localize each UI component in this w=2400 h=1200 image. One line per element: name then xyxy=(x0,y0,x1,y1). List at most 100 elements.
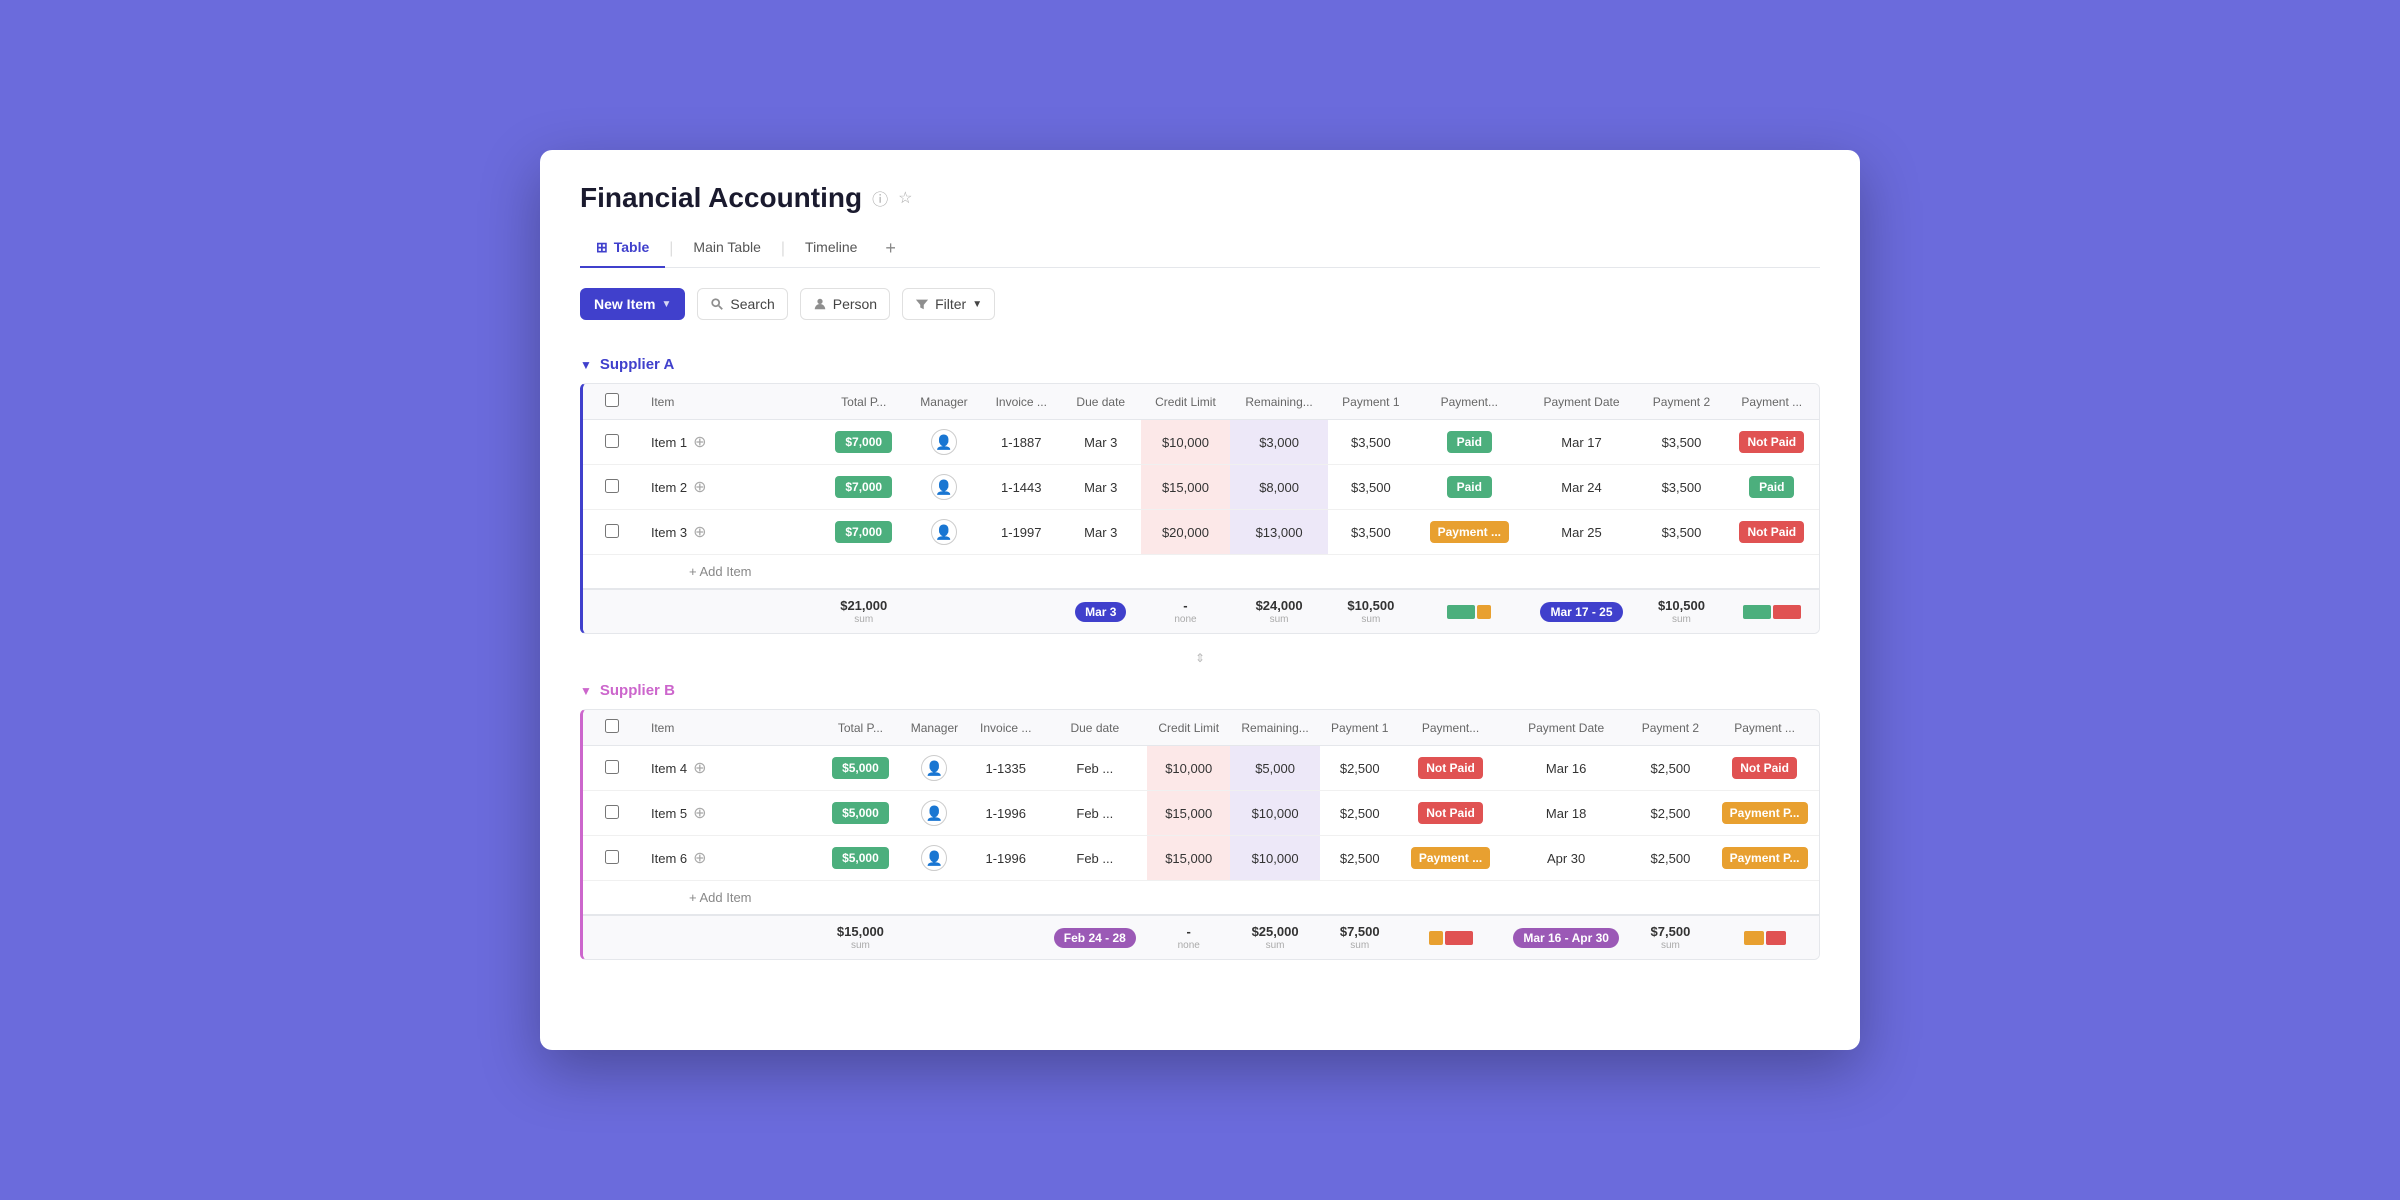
tab-divider-2: | xyxy=(777,240,789,258)
row-checkbox[interactable] xyxy=(605,479,619,493)
col-manager-b: Manager xyxy=(900,710,969,746)
payment2-cell: $3,500 xyxy=(1638,510,1724,555)
table-row: Item 2 ⊕ $7,000 👤 1-1443 Mar 3 $15,000 $… xyxy=(583,465,1819,510)
resize-handle[interactable]: ⇕ xyxy=(540,650,1860,666)
payment2-cell: $2,500 xyxy=(1631,791,1711,836)
new-item-button[interactable]: New Item ▼ xyxy=(580,288,685,320)
paid-bar2 xyxy=(1743,605,1771,619)
due-date-summary-badge-a: Mar 3 xyxy=(1075,602,1126,622)
payment2-status-badge: Payment P... xyxy=(1722,802,1808,824)
remaining-cell: $3,000 xyxy=(1230,420,1327,465)
remaining-cell: $8,000 xyxy=(1230,465,1327,510)
row-checkbox[interactable] xyxy=(605,524,619,538)
total-badge: $5,000 xyxy=(832,802,889,824)
supplier-b-collapse-icon: ▼ xyxy=(580,684,592,698)
due-cell: Feb ... xyxy=(1042,791,1147,836)
supplier-a-table: Item Total P... Manager Invoice ... Due … xyxy=(583,384,1819,633)
invoice-cell: 1-1335 xyxy=(969,746,1042,791)
col-item-b: Item xyxy=(641,710,821,746)
payment2-cell: $3,500 xyxy=(1638,420,1724,465)
col-payment1status-b: Payment... xyxy=(1399,710,1501,746)
add-item-label[interactable]: + Add Item xyxy=(641,555,1819,590)
select-all-checkbox-a[interactable] xyxy=(605,393,619,407)
pending-bar-b2 xyxy=(1744,931,1764,945)
paid-bar xyxy=(1447,605,1475,619)
select-all-checkbox-b[interactable] xyxy=(605,719,619,733)
supplier-b-section: ▼ Supplier B Item Total P... Manager Inv… xyxy=(540,666,1860,960)
row-checkbox[interactable] xyxy=(605,434,619,448)
payment1-status-badge: Payment ... xyxy=(1411,847,1490,869)
tabs-row: ⊞ Table | Main Table | Timeline + xyxy=(580,230,1820,268)
add-subitem-icon[interactable]: ⊕ xyxy=(693,477,706,497)
manager-avatar: 👤 xyxy=(931,519,957,545)
add-subitem-icon[interactable]: ⊕ xyxy=(693,758,706,778)
tab-table[interactable]: ⊞ Table xyxy=(580,231,665,268)
add-subitem-icon[interactable]: ⊕ xyxy=(693,432,706,452)
table-row: Item 5 ⊕ $5,000 👤 1-1996 Feb ... $15,000… xyxy=(583,791,1819,836)
notpaid-bar-b2 xyxy=(1766,931,1786,945)
table-row: Item 4 ⊕ $5,000 👤 1-1335 Feb ... $10,000… xyxy=(583,746,1819,791)
total-badge: $7,000 xyxy=(835,476,892,498)
payment-date-cell: Mar 17 xyxy=(1525,420,1639,465)
col-invoice-a: Invoice ... xyxy=(982,384,1062,420)
item-cell: Item 2 ⊕ xyxy=(651,477,811,497)
payment2-status-badge: Not Paid xyxy=(1739,521,1804,543)
payment2-cell: $3,500 xyxy=(1638,465,1724,510)
add-item-label-b[interactable]: + Add Item xyxy=(641,881,1819,916)
credit-cell: $15,000 xyxy=(1147,836,1230,881)
due-cell: Feb ... xyxy=(1042,836,1147,881)
star-icon[interactable]: ☆ xyxy=(898,188,912,208)
add-item-row-b[interactable]: + Add Item xyxy=(583,881,1819,916)
add-subitem-icon[interactable]: ⊕ xyxy=(693,848,706,868)
col-due-b: Due date xyxy=(1042,710,1147,746)
search-button[interactable]: Search xyxy=(697,288,787,320)
summary-row-b: $15,000 sum Feb 24 - 28 - none $25,000 s xyxy=(583,915,1819,959)
add-subitem-icon[interactable]: ⊕ xyxy=(693,522,706,542)
supplier-a-header[interactable]: ▼ Supplier A xyxy=(580,340,1820,383)
total-badge: $5,000 xyxy=(832,847,889,869)
due-cell: Mar 3 xyxy=(1061,420,1141,465)
remaining-cell: $13,000 xyxy=(1230,510,1327,555)
col-payment2status-a: Payment ... xyxy=(1725,384,1819,420)
add-tab-button[interactable]: + xyxy=(873,230,908,267)
credit-cell: $20,000 xyxy=(1141,510,1231,555)
col-paydate-a: Payment Date xyxy=(1525,384,1639,420)
toolbar: New Item ▼ Search Person Filter ▼ xyxy=(540,288,1860,340)
chevron-down-icon: ▼ xyxy=(661,299,671,310)
col-invoice-b: Invoice ... xyxy=(969,710,1042,746)
table-row: Item 6 ⊕ $5,000 👤 1-1996 Feb ... $15,000… xyxy=(583,836,1819,881)
payment-date-cell: Mar 18 xyxy=(1502,791,1631,836)
col-payment2status-b: Payment ... xyxy=(1710,710,1819,746)
invoice-cell: 1-1997 xyxy=(982,510,1062,555)
pending-bar-b1 xyxy=(1429,931,1443,945)
row-checkbox[interactable] xyxy=(605,805,619,819)
add-item-row[interactable]: + Add Item xyxy=(583,555,1819,590)
payment1-cell: $3,500 xyxy=(1328,420,1414,465)
supplier-b-header[interactable]: ▼ Supplier B xyxy=(580,666,1820,709)
info-icon[interactable]: ⓘ xyxy=(872,186,888,210)
invoice-cell: 1-1887 xyxy=(982,420,1062,465)
notpaid-bar-b xyxy=(1445,931,1473,945)
payment-date-cell: Mar 25 xyxy=(1525,510,1639,555)
item-cell: Item 1 ⊕ xyxy=(651,432,811,452)
credit-cell: $15,000 xyxy=(1147,791,1230,836)
col-due-a: Due date xyxy=(1061,384,1141,420)
row-checkbox[interactable] xyxy=(605,850,619,864)
filter-icon xyxy=(915,297,929,311)
date-range-badge-b: Mar 16 - Apr 30 xyxy=(1513,928,1619,948)
person-button[interactable]: Person xyxy=(800,288,890,320)
item-cell: Item 5 ⊕ xyxy=(651,803,811,823)
payment1-status-bar-b xyxy=(1409,931,1491,945)
due-cell: Mar 3 xyxy=(1061,465,1141,510)
payment1-status-badge: Paid xyxy=(1447,476,1492,498)
due-cell: Mar 3 xyxy=(1061,510,1141,555)
total-badge: $7,000 xyxy=(835,431,892,453)
add-subitem-icon[interactable]: ⊕ xyxy=(693,803,706,823)
tab-timeline[interactable]: Timeline xyxy=(789,231,873,267)
col-payment1-b: Payment 1 xyxy=(1320,710,1400,746)
row-checkbox[interactable] xyxy=(605,760,619,774)
tab-main-table[interactable]: Main Table xyxy=(677,231,776,267)
filter-button[interactable]: Filter ▼ xyxy=(902,288,995,320)
manager-avatar: 👤 xyxy=(931,429,957,455)
col-total-b: Total P... xyxy=(821,710,900,746)
